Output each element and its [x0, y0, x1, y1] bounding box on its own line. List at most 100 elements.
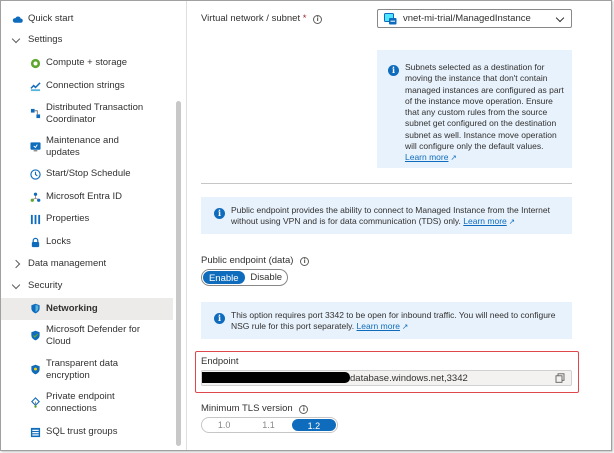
- sidebar-item-label: Locks: [46, 236, 71, 247]
- trust-groups-icon: [30, 427, 41, 438]
- sidebar-item-defender[interactable]: Microsoft Defender for Cloud: [1, 323, 173, 349]
- port-info-line: NSG rule for this port separately.: [231, 321, 355, 332]
- enable-option[interactable]: Enable: [202, 270, 246, 285]
- public-endpoint-info-text: Public endpoint provides the ability to …: [231, 205, 571, 228]
- sidebar-item-connection-strings[interactable]: Connection strings: [1, 79, 173, 93]
- info-icon[interactable]: i: [313, 15, 323, 24]
- endpoint-value: database.windows.net,3342: [350, 373, 468, 384]
- connection-strings-icon: [30, 82, 41, 92]
- tls-option-1-1[interactable]: 1.1: [246, 418, 290, 432]
- vnet-subnet-label-text: Virtual network / subnet: [201, 13, 301, 24]
- sidebar-item-label-line: Distributed Transaction: [46, 102, 144, 113]
- subnet-info-line: of the instance move operation. Ensure: [405, 95, 553, 106]
- sidebar-group-data-management[interactable]: Data management: [1, 257, 173, 271]
- sidebar-item-label-line: Private endpoint: [46, 391, 115, 402]
- info-icon[interactable]: i: [300, 257, 310, 266]
- sidebar-item-label: Microsoft Entra ID: [46, 191, 123, 202]
- disable-option[interactable]: Disable: [246, 270, 288, 285]
- learn-more-row: Learn more ↗: [405, 152, 570, 163]
- tls-label: Minimum TLS version i: [201, 403, 309, 414]
- public-endpoint-info-line: without using VPN and is for data commun…: [231, 216, 461, 227]
- vnet-icon: [384, 13, 397, 25]
- sidebar-item-label: Start/Stop Schedule: [46, 168, 131, 179]
- public-endpoint-info-box: i Public endpoint provides the ability t…: [201, 197, 572, 234]
- sidebar-group-security[interactable]: Security: [1, 279, 173, 293]
- sidebar-item-quick-start[interactable]: Quick start: [1, 12, 173, 26]
- sidebar-item-label-line: Microsoft Defender for: [46, 324, 140, 335]
- vnet-subnet-value: vnet-mi-trial/ManagedInstance: [403, 13, 531, 24]
- private-endpoint-icon: [31, 397, 40, 408]
- sidebar-item-label: SQL trust groups: [46, 426, 118, 437]
- learn-more-link[interactable]: Learn more: [357, 321, 400, 331]
- networking-pane: Virtual network / subnet * i vnet-mi-tri…: [187, 1, 611, 450]
- info-icon: i: [214, 208, 225, 219]
- sidebar-item-label-line: Coordinator: [46, 114, 96, 125]
- sidebar-item-label: Compute + storage: [46, 57, 128, 68]
- shield-icon: [31, 303, 40, 314]
- chevron-down-icon: [12, 282, 20, 290]
- sidebar-group-settings[interactable]: Settings: [1, 33, 173, 47]
- sidebar-item-label-line: Transparent data: [46, 358, 118, 369]
- sidebar-item-label: Networking: [46, 303, 98, 314]
- port-info-box: i This option requires port 3342 to be o…: [201, 302, 572, 339]
- sidebar-item-sql-trust-groups[interactable]: SQL trust groups: [1, 425, 173, 439]
- endpoint-field[interactable]: database.windows.net,3342: [201, 370, 572, 386]
- subnet-info-line: Subnets selected as a destination for: [405, 62, 545, 72]
- sidebar-item-label: Quick start: [28, 13, 74, 24]
- port-info-line-2: NSG rule for this port separately. Learn…: [231, 321, 571, 332]
- public-endpoint-label-text: Public endpoint (data): [201, 255, 294, 266]
- sidebar-item-start-stop-schedule[interactable]: Start/Stop Schedule: [1, 167, 173, 181]
- subnet-info-line: that any custom rules from the source: [405, 107, 548, 118]
- tls-option-1-0[interactable]: 1.0: [202, 418, 246, 432]
- properties-icon: [30, 214, 41, 225]
- sidebar-item-properties[interactable]: Properties: [1, 212, 173, 226]
- sidebar-item-label-multiline: Private endpoint connections: [46, 391, 115, 415]
- maintenance-icon: [30, 142, 41, 152]
- sidebar-group-label: Security: [28, 280, 63, 291]
- copy-icon[interactable]: [555, 373, 565, 383]
- public-endpoint-info-line-2: without using VPN and is for data commun…: [231, 216, 571, 227]
- public-endpoint-toggle[interactable]: Enable Disable: [201, 269, 288, 286]
- info-icon[interactable]: i: [299, 405, 309, 414]
- vnet-subnet-dropdown[interactable]: vnet-mi-trial/ManagedInstance: [377, 9, 572, 28]
- sidebar-item-networking[interactable]: Networking: [1, 298, 173, 320]
- chevron-down-icon: [555, 13, 565, 23]
- sidebar-item-locks[interactable]: Locks: [1, 235, 173, 249]
- tls-option-1-2[interactable]: 1.2: [290, 418, 337, 432]
- sidebar-group-label: Settings: [28, 34, 63, 45]
- sidebar-item-label-line: Cloud: [46, 336, 71, 347]
- sidebar-item-maintenance[interactable]: Maintenance and updates: [1, 134, 173, 160]
- chevron-down-icon: [12, 36, 20, 44]
- entra-id-icon: [30, 192, 41, 202]
- cloud-icon: [12, 16, 23, 23]
- sidebar-item-tde[interactable]: Transparent data encryption: [1, 357, 173, 383]
- sidebar-item-private-endpoints[interactable]: Private endpoint connections: [1, 390, 173, 416]
- public-endpoint-info-line: Public endpoint provides the ability to …: [231, 205, 550, 215]
- endpoint-label: Endpoint: [201, 356, 239, 367]
- learn-more-link[interactable]: Learn more: [405, 152, 448, 162]
- sidebar-item-label-multiline: Maintenance and updates: [46, 135, 119, 159]
- sidebar-item-label-multiline: Transparent data encryption: [46, 358, 118, 382]
- sidebar-item-compute-storage[interactable]: Compute + storage: [1, 56, 173, 70]
- public-endpoint-label: Public endpoint (data) i: [201, 255, 310, 266]
- sidebar-item-dtc[interactable]: Distributed Transaction Coordinator: [1, 101, 173, 127]
- subnet-info-line: subnet get configured on the destination: [405, 118, 557, 129]
- sidebar-item-entra-id[interactable]: Microsoft Entra ID: [1, 190, 173, 204]
- chevron-right-icon: [12, 260, 20, 268]
- subnet-info-box: i Subnets selected as a destination for …: [377, 50, 572, 168]
- sidebar-scrollbar[interactable]: [176, 101, 181, 446]
- external-link-icon: ↗: [508, 217, 516, 227]
- subnet-info-line: moving the instance that don't contain: [405, 73, 548, 84]
- tls-version-selector[interactable]: 1.0 1.1 1.2: [201, 417, 338, 433]
- dtc-icon: [30, 108, 41, 119]
- external-link-icon: ↗: [402, 322, 409, 332]
- subnet-info-line: subnet as well. Instance move operation: [405, 129, 557, 140]
- learn-more-link[interactable]: Learn more: [463, 216, 506, 226]
- sidebar-nav: Quick start Settings Compute + storage C…: [1, 1, 183, 450]
- sidebar-item-label-multiline: Microsoft Defender for Cloud: [46, 324, 140, 348]
- redacted-hostname: [202, 372, 350, 383]
- vnet-subnet-label: Virtual network / subnet * i: [201, 13, 323, 24]
- window-frame: Quick start Settings Compute + storage C…: [0, 0, 612, 451]
- sidebar-item-label: Properties: [46, 213, 90, 224]
- required-marker: *: [302, 13, 307, 24]
